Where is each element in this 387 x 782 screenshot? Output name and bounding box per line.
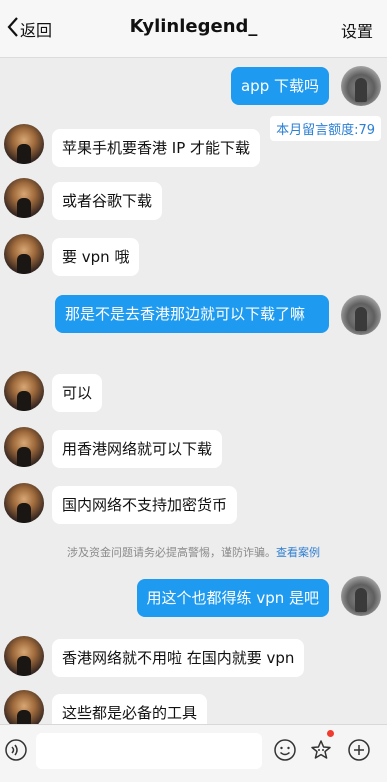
fraud-warning-notice: 涉及资金问题请务必提高警惕，谨防诈骗。查看案例 <box>0 544 387 560</box>
message-input[interactable] <box>36 733 262 769</box>
message-bubble-outgoing[interactable]: 用这个也都得练 vpn 是吧 <box>136 579 329 617</box>
contact-avatar[interactable] <box>4 690 44 724</box>
self-avatar[interactable] <box>341 295 381 335</box>
message-bubble-incoming[interactable]: 或者谷歌下载 <box>52 182 163 220</box>
message-bubble-incoming[interactable]: 这些都是必备的工具 <box>52 694 208 724</box>
contact-avatar[interactable] <box>4 124 44 164</box>
message-bubble-outgoing[interactable]: app 下载吗 <box>230 67 329 105</box>
message-bubble-outgoing[interactable]: 那是不是去香港那边就可以下载了嘛 <box>55 295 329 333</box>
message-bubble-incoming[interactable]: 苹果手机要香港 IP 才能下载 <box>52 129 261 167</box>
chat-title: Kylinlegend_ <box>129 16 258 37</box>
view-cases-link[interactable]: 查看案例 <box>276 546 320 559</box>
contact-avatar[interactable] <box>4 483 44 523</box>
message-bubble-incoming[interactable]: 香港网络就不用啦 在国内就要 vpn <box>52 639 305 677</box>
contact-avatar[interactable] <box>4 234 44 274</box>
top-nav-bar: 返回 Kylinlegend_ 设置 <box>0 0 387 58</box>
composer-bar <box>0 724 387 782</box>
message-bubble-incoming[interactable]: 国内网络不支持加密货币 <box>52 486 238 524</box>
notification-dot <box>327 730 334 737</box>
message-bubble-incoming[interactable]: 可以 <box>52 374 103 412</box>
emoji-icon[interactable] <box>273 738 297 762</box>
contact-avatar[interactable] <box>4 178 44 218</box>
message-list[interactable]: app 下载吗 本月留言额度:79 苹果手机要香港 IP 才能下载 或者谷歌下载… <box>0 58 387 724</box>
settings-button[interactable]: 设置 <box>341 18 373 42</box>
fraud-warning-text: 涉及资金问题请务必提高警惕，谨防诈骗。 <box>67 546 276 559</box>
star-badge-icon[interactable] <box>309 738 333 762</box>
message-bubble-incoming[interactable]: 要 vpn 哦 <box>52 238 140 276</box>
self-avatar[interactable] <box>341 576 381 616</box>
voice-icon[interactable] <box>4 738 28 762</box>
plus-icon[interactable] <box>347 738 371 762</box>
contact-avatar[interactable] <box>4 636 44 676</box>
message-quota-badge: 本月留言额度:79 <box>270 116 381 141</box>
contact-avatar[interactable] <box>4 371 44 411</box>
message-bubble-incoming[interactable]: 用香港网络就可以下载 <box>52 430 223 468</box>
self-avatar[interactable] <box>341 66 381 106</box>
contact-avatar[interactable] <box>4 427 44 467</box>
